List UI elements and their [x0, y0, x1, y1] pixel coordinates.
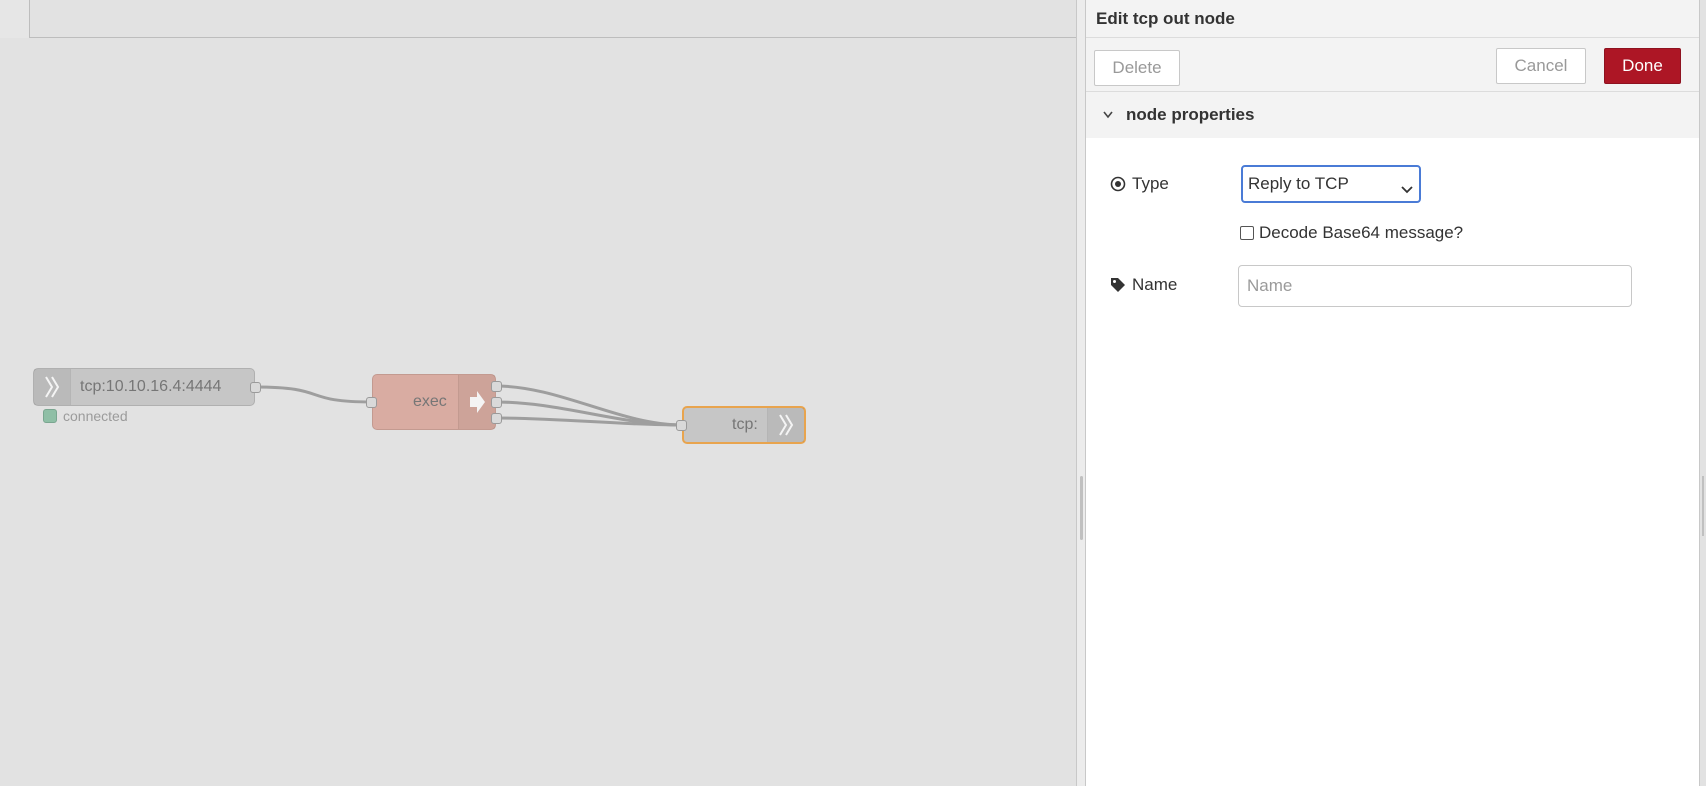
exec-output-port-2[interactable] [491, 397, 502, 408]
name-row: Name [1086, 264, 1699, 308]
tray-toolbar: Delete Cancel Done [1086, 38, 1699, 92]
done-button[interactable]: Done [1604, 48, 1681, 84]
arrow-right-icon [470, 391, 485, 413]
tcp-in-status: connected [43, 408, 128, 424]
type-select-value: Reply to TCP [1248, 174, 1349, 193]
status-dot-icon [43, 409, 57, 423]
type-label-text: Type [1132, 174, 1169, 193]
type-select[interactable]: Reply to TCP [1241, 165, 1421, 203]
tcp-out-node-label: tcp: [732, 416, 758, 433]
type-label: Type [1110, 174, 1169, 194]
cancel-button[interactable]: Cancel [1496, 48, 1586, 84]
right-edge [1700, 0, 1706, 786]
right-resize-grip[interactable] [1702, 476, 1704, 536]
decode-label: Decode Base64 message? [1259, 223, 1464, 242]
type-row: Type Reply to TCP [1086, 164, 1699, 204]
bridge-icon [45, 376, 60, 398]
exec-input-port[interactable] [366, 397, 377, 408]
radio-dot-icon [1110, 176, 1126, 192]
chevron-down-icon[interactable] [1102, 109, 1114, 121]
tcp-in-status-text: connected [63, 408, 128, 424]
exec-node-label: exec [413, 393, 447, 410]
delete-button[interactable]: Delete [1094, 50, 1180, 86]
chevron-down-icon [1401, 179, 1413, 199]
editor-splitter[interactable] [1076, 0, 1086, 786]
exec-node[interactable]: exec [366, 374, 502, 430]
exec-node-icon-area [458, 375, 495, 429]
tcp-out-node-icon-area [767, 408, 804, 442]
splitter-grip-icon[interactable] [1080, 476, 1083, 540]
wire-tcp-in-to-exec [254, 385, 373, 404]
exec-output-port-1[interactable] [491, 381, 502, 392]
edit-tray: Edit tcp out node Delete Cancel Done nod… [1086, 0, 1700, 786]
section-title: node properties [1126, 105, 1255, 124]
name-label: Name [1110, 275, 1177, 295]
tcp-in-node-icon-area [34, 369, 71, 405]
flow-workspace[interactable]: tcp:10.10.16.4:4444 connected exec tcp: [0, 0, 1076, 786]
tcp-in-node[interactable]: tcp:10.10.16.4:4444 [33, 368, 261, 406]
tcp-in-output-port[interactable] [250, 382, 261, 393]
name-label-text: Name [1132, 275, 1178, 294]
tray-title: Edit tcp out node [1086, 0, 1699, 38]
name-input[interactable] [1238, 265, 1632, 307]
node-properties-header[interactable]: node properties [1086, 92, 1699, 138]
tcp-out-input-port[interactable] [676, 420, 687, 431]
decode-checkbox[interactable] [1240, 226, 1254, 240]
exec-output-port-3[interactable] [491, 413, 502, 424]
tag-icon [1111, 278, 1125, 292]
decode-row: Decode Base64 message? [1086, 222, 1699, 246]
bridge-icon [779, 414, 794, 436]
tcp-in-node-label: tcp:10.10.16.4:4444 [80, 378, 222, 395]
tcp-out-node[interactable]: tcp: [676, 406, 806, 444]
